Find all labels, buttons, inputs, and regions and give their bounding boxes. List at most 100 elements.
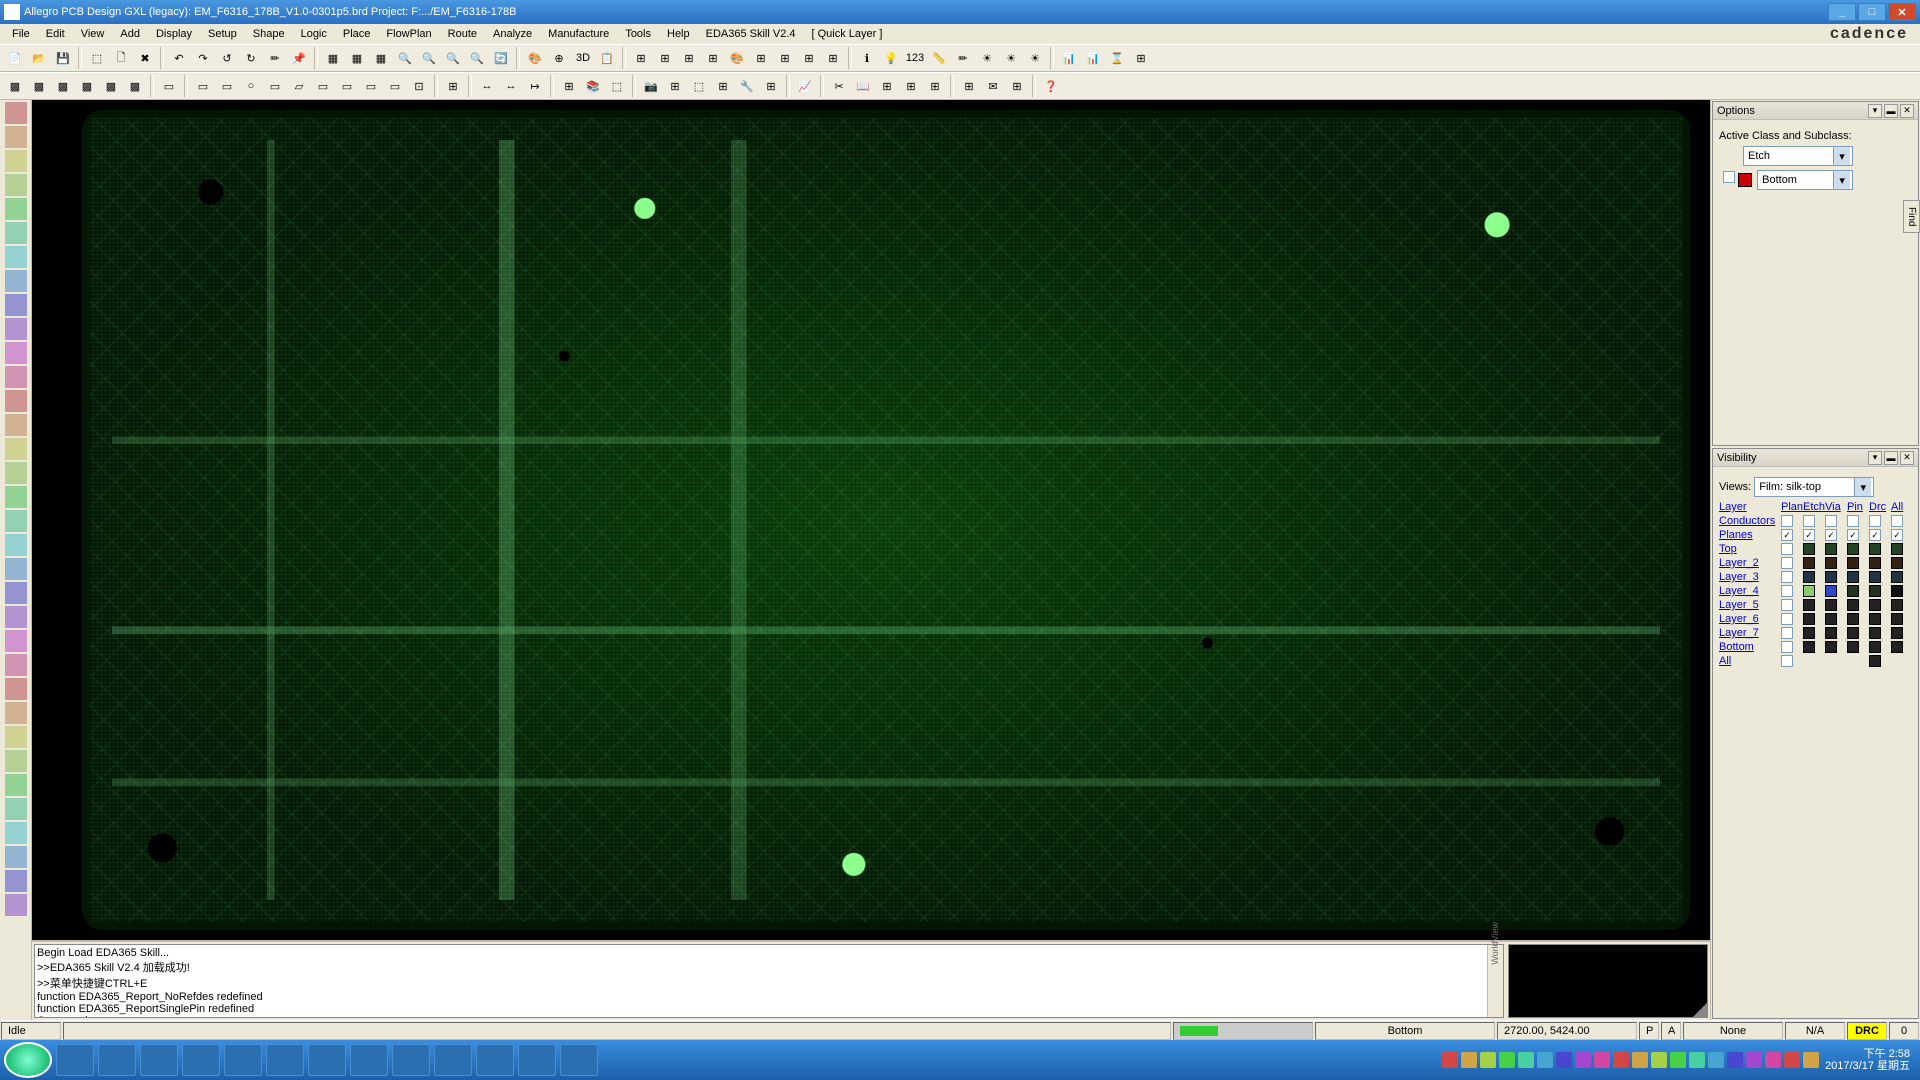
panel-menu-icon[interactable]: ▾ xyxy=(1868,451,1882,465)
toolbar-button[interactable]: ▦ xyxy=(370,47,392,69)
toolbar-button[interactable]: ⊞ xyxy=(702,47,724,69)
toolbar-button[interactable]: 📄 xyxy=(4,47,26,69)
tray-icon[interactable] xyxy=(1442,1052,1458,1068)
tray-icon[interactable] xyxy=(1594,1052,1610,1068)
toolbar-button[interactable]: ⊞ xyxy=(958,75,980,97)
vis-layer-plan[interactable] xyxy=(1781,599,1793,611)
vis-col-via[interactable]: Via xyxy=(1825,501,1845,513)
toolbar-button[interactable]: ⊞ xyxy=(1006,75,1028,97)
taskbar-app[interactable] xyxy=(56,1044,94,1076)
vis-layer-color[interactable] xyxy=(1869,627,1881,639)
vis-layer-color[interactable] xyxy=(1869,585,1881,597)
menu-display[interactable]: Display xyxy=(148,26,200,42)
toolbar-button[interactable]: ▭ xyxy=(216,75,238,97)
menu-logic[interactable]: Logic xyxy=(293,26,335,42)
toolbar-button[interactable]: ⬚ xyxy=(606,75,628,97)
vis-layer-color[interactable] xyxy=(1803,585,1815,597)
vis-layer-plan[interactable] xyxy=(1781,571,1793,583)
vis-layer-color[interactable] xyxy=(1825,613,1837,625)
vis-layer-color[interactable] xyxy=(1869,571,1881,583)
toolbar-button[interactable]: ⊞ xyxy=(664,75,686,97)
panel-menu-icon[interactable]: ▾ xyxy=(1868,104,1882,118)
vis-layer-layer_3[interactable]: Layer_3 xyxy=(1719,571,1779,583)
menu-eda365[interactable]: EDA365 Skill V2.4 xyxy=(698,26,804,42)
menu-analyze[interactable]: Analyze xyxy=(485,26,540,42)
tray-icon[interactable] xyxy=(1727,1052,1743,1068)
toolbar-button[interactable]: ▦ xyxy=(322,47,344,69)
toolbar-button[interactable]: ⊞ xyxy=(712,75,734,97)
taskbar-app[interactable] xyxy=(224,1044,262,1076)
side-tool-button[interactable] xyxy=(5,678,27,700)
tray-icon[interactable] xyxy=(1746,1052,1762,1068)
vis-layer-color[interactable] xyxy=(1891,627,1903,639)
side-tool-button[interactable] xyxy=(5,366,27,388)
resize-grip-icon[interactable] xyxy=(1693,1003,1707,1017)
side-tool-button[interactable] xyxy=(5,582,27,604)
toolbar-button[interactable]: ⊞ xyxy=(876,75,898,97)
tray-icon[interactable] xyxy=(1499,1052,1515,1068)
toolbar-button[interactable]: 💡 xyxy=(880,47,902,69)
tray-icon[interactable] xyxy=(1632,1052,1648,1068)
vis-checkbox[interactable] xyxy=(1847,515,1859,527)
side-tool-button[interactable] xyxy=(5,726,27,748)
vis-row-label[interactable]: Conductors xyxy=(1719,515,1779,527)
vis-layer-color[interactable] xyxy=(1825,599,1837,611)
toolbar-button[interactable]: 📋 xyxy=(596,47,618,69)
toolbar-button[interactable]: ⊞ xyxy=(774,47,796,69)
toolbar-button[interactable]: 📷 xyxy=(640,75,662,97)
side-tool-button[interactable] xyxy=(5,870,27,892)
vis-layer-color[interactable] xyxy=(1847,599,1859,611)
status-p[interactable]: P xyxy=(1639,1022,1659,1040)
vis-layer-top[interactable]: Top xyxy=(1719,543,1779,555)
tray-icon[interactable] xyxy=(1556,1052,1572,1068)
toolbar-button[interactable]: ⊞ xyxy=(442,75,464,97)
vis-layer-plan[interactable] xyxy=(1781,627,1793,639)
side-tool-button[interactable] xyxy=(5,246,27,268)
taskbar-app[interactable] xyxy=(350,1044,388,1076)
vis-layer-color[interactable] xyxy=(1869,599,1881,611)
toolbar-button[interactable]: 📖 xyxy=(852,75,874,97)
vis-layer-color[interactable] xyxy=(1847,543,1859,555)
menu-flowplan[interactable]: FlowPlan xyxy=(378,26,439,42)
menu-setup[interactable]: Setup xyxy=(200,26,245,42)
toolbar-button[interactable]: ⊞ xyxy=(760,75,782,97)
status-a[interactable]: A xyxy=(1661,1022,1681,1040)
side-tool-button[interactable] xyxy=(5,558,27,580)
tray-icon[interactable] xyxy=(1670,1052,1686,1068)
toolbar-button[interactable]: 3D xyxy=(572,47,594,69)
side-tool-button[interactable] xyxy=(5,294,27,316)
toolbar-button[interactable]: ▩ xyxy=(100,75,122,97)
toolbar-button[interactable]: ▦ xyxy=(346,47,368,69)
subclass-checkbox[interactable] xyxy=(1723,171,1735,183)
vis-layer-color[interactable] xyxy=(1891,599,1903,611)
toolbar-button[interactable]: ○ xyxy=(240,75,262,97)
toolbar-button[interactable]: 123 xyxy=(904,47,926,69)
vis-layer-layer_7[interactable]: Layer_7 xyxy=(1719,627,1779,639)
tray-icon[interactable] xyxy=(1461,1052,1477,1068)
vis-checkbox[interactable] xyxy=(1803,529,1815,541)
vis-layer-plan[interactable] xyxy=(1781,655,1793,667)
vis-layer-color[interactable] xyxy=(1803,571,1815,583)
vis-layer-color[interactable] xyxy=(1869,641,1881,653)
panel-pin-icon[interactable]: ▬ xyxy=(1884,451,1898,465)
side-tool-button[interactable] xyxy=(5,318,27,340)
vis-layer-color[interactable] xyxy=(1891,585,1903,597)
vis-layer-layer_6[interactable]: Layer_6 xyxy=(1719,613,1779,625)
menu-shape[interactable]: Shape xyxy=(245,26,293,42)
class-select[interactable]: Etch xyxy=(1743,146,1853,166)
vis-row-label[interactable]: Planes xyxy=(1719,529,1779,541)
toolbar-button[interactable]: ℹ xyxy=(856,47,878,69)
menu-tools[interactable]: Tools xyxy=(617,26,659,42)
side-tool-button[interactable] xyxy=(5,486,27,508)
vis-layer-layer_5[interactable]: Layer_5 xyxy=(1719,599,1779,611)
status-drc[interactable]: DRC xyxy=(1847,1022,1887,1040)
toolbar-button[interactable]: ⊞ xyxy=(558,75,580,97)
toolbar-button[interactable]: ▩ xyxy=(28,75,50,97)
vis-layer-plan[interactable] xyxy=(1781,641,1793,653)
menu-place[interactable]: Place xyxy=(335,26,379,42)
toolbar-button[interactable]: ⊞ xyxy=(822,47,844,69)
toolbar-button[interactable]: ↦ xyxy=(524,75,546,97)
vis-layer-color[interactable] xyxy=(1869,543,1881,555)
toolbar-button[interactable]: ✏ xyxy=(264,47,286,69)
toolbar-button[interactable]: ▩ xyxy=(124,75,146,97)
